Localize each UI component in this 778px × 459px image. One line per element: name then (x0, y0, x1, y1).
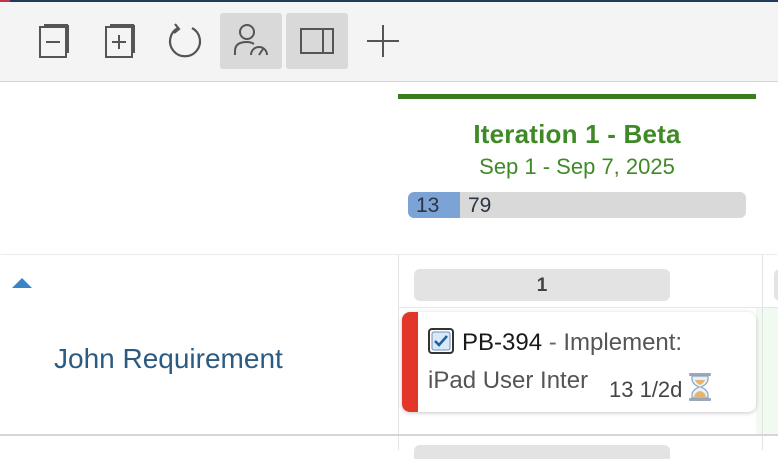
split-panel-icon (300, 28, 334, 54)
refresh-icon (168, 23, 202, 58)
refresh-button[interactable] (154, 13, 216, 69)
iteration-header: Iteration 1 - Beta Sep 1 - Sep 7, 2025 1… (0, 82, 778, 254)
iteration-dates: Sep 1 - Sep 7, 2025 (479, 154, 675, 179)
work-item-card[interactable]: PB-394 - Implement: iPad User Inter 13 1… (402, 312, 756, 412)
swimlane-label: John Requirement (54, 343, 283, 374)
collapse-all-icon (39, 24, 69, 58)
card-header-line: PB-394 - Implement: (428, 328, 682, 357)
drop-zone (756, 308, 762, 434)
column-count-badge: 1 (414, 269, 670, 301)
next-swimlane-count-badge (414, 445, 670, 459)
team-load-button[interactable] (220, 13, 282, 69)
card-estimate: 13 1/2d (609, 377, 683, 402)
expand-all-button[interactable] (89, 13, 151, 69)
card-title-continued: iPad User Inter (428, 367, 589, 394)
expand-all-icon (105, 24, 135, 58)
row-subdivider (398, 307, 778, 308)
collapse-swimlane-caret-icon[interactable] (12, 278, 32, 288)
card-id[interactable]: PB-394 (462, 329, 542, 356)
progress-done-count: 13 (416, 194, 440, 217)
toolbar (0, 2, 778, 82)
drop-zone (763, 308, 778, 434)
checkbox-icon (428, 328, 454, 354)
column-divider (398, 255, 399, 450)
iteration-column-header[interactable]: Iteration 1 - Beta Sep 1 - Sep 7, 2025 1… (398, 94, 756, 218)
card-status-stripe (402, 312, 418, 412)
iteration-progress-bar: 13 79 (408, 192, 746, 218)
next-column-count-badge (774, 269, 778, 301)
hourglass-icon (689, 373, 712, 401)
card-title: Implement: (563, 329, 683, 356)
iteration-accent-bar (398, 94, 756, 99)
iteration-title: Iteration 1 - Beta (473, 119, 681, 149)
split-view-button[interactable] (286, 13, 348, 69)
card-meta: 13 1/2d (609, 372, 714, 403)
progress-remaining-count: 79 (468, 194, 492, 217)
user-velocity-icon (234, 24, 268, 56)
card-separator: - (542, 329, 564, 356)
plus-icon (367, 25, 399, 57)
board-grid: John Requirement 1 PB-394 - Implement: i… (0, 255, 778, 459)
swimlane-divider (0, 434, 778, 436)
add-button[interactable] (352, 13, 414, 69)
collapse-all-button[interactable] (23, 13, 85, 69)
